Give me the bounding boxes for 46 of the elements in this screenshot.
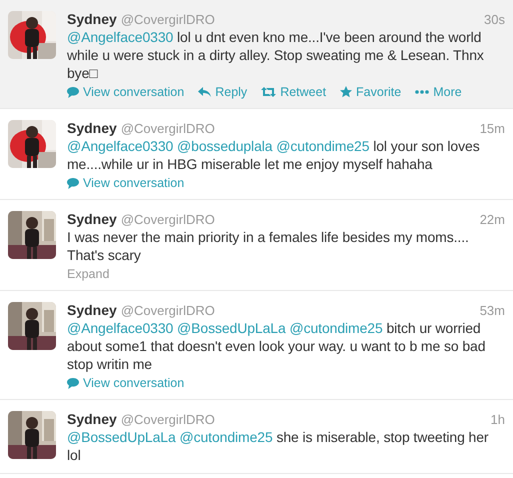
expand-link[interactable]: Expand (67, 267, 110, 281)
star-icon (340, 86, 352, 98)
favorite-action[interactable]: Favorite (340, 85, 402, 99)
retweet-icon (261, 87, 276, 97)
action-label[interactable]: Retweet (280, 85, 326, 99)
speech-bubble-icon (67, 378, 79, 388)
tweet-text: @Angelface0330 lol u dnt even kno me...I've been around the world while u were stuck in a dirty alley. Stop sweating me & Lesean. Thnx bye□ (67, 28, 485, 82)
reply-arrow-icon (198, 87, 212, 97)
timestamp[interactable]: 15m (480, 121, 505, 136)
timestamp[interactable]: 22m (480, 212, 505, 227)
user-handle[interactable]: @CovergirlDRO (120, 12, 215, 27)
user-handle[interactable]: @CovergirlDRO (120, 212, 215, 227)
user-name[interactable]: Sydney (67, 11, 117, 27)
reply-action[interactable]: Reply (198, 85, 248, 99)
dots-icon (415, 90, 430, 94)
user-name[interactable]: Sydney (67, 302, 117, 318)
tweet-text: @BossedUpLaLa @cutondime25 she is miserable, stop tweeting her lol (67, 428, 490, 464)
mention-link[interactable]: @BossedUpLaLa (67, 429, 176, 445)
user-handle[interactable]: @CovergirlDRO (120, 412, 215, 427)
mention-link[interactable]: @cutondime25 (289, 320, 383, 336)
action-label[interactable]: More (433, 85, 462, 99)
user-handle[interactable]: @CovergirlDRO (120, 121, 215, 136)
timestamp[interactable]: 30s (484, 12, 505, 27)
mention-link[interactable]: @cutondime25 (276, 138, 370, 154)
tweet-text: @Angelface0330 @BossedUpLaLa @cutondime25 bitch ur worried about some1 that doesn't even look your way. u want to b me so bad stop writin me (67, 319, 486, 373)
timestamp[interactable]: 1h (490, 412, 505, 427)
mention-link[interactable]: @BossedUpLaLa (177, 320, 286, 336)
mention-link[interactable]: @cutondime25 (179, 429, 273, 445)
tweet-text: @Angelface0330 @bosseduplala @cutondime25 lol your son loves me....while ur in HBG miserable let me enjoy myself hahaha (67, 137, 481, 173)
user-name[interactable]: Sydney (67, 120, 117, 136)
mention-link[interactable]: @Angelface0330 (67, 29, 174, 45)
more-action[interactable]: More (415, 85, 462, 99)
speech-bubble-icon (67, 178, 79, 188)
mention-link[interactable]: @Angelface0330 (67, 138, 174, 154)
speech-bubble-icon (67, 86, 79, 98)
user-name[interactable]: Sydney (67, 411, 117, 427)
timestamp[interactable]: 53m (480, 303, 505, 318)
tweet-text: I was never the main priority in a females life besides my moms.... That's scary (67, 228, 470, 264)
user-name[interactable]: Sydney (67, 211, 117, 227)
action-label[interactable]: Favorite (356, 85, 402, 99)
mention-link[interactable]: @bosseduplala (177, 138, 272, 154)
user-handle[interactable]: @CovergirlDRO (120, 303, 215, 318)
tweet-card[interactable] (0, 0, 513, 109)
action-label[interactable]: Reply (215, 85, 248, 99)
mention-link[interactable]: @Angelface0330 (67, 320, 174, 336)
retweet-action[interactable]: Retweet (261, 85, 326, 99)
